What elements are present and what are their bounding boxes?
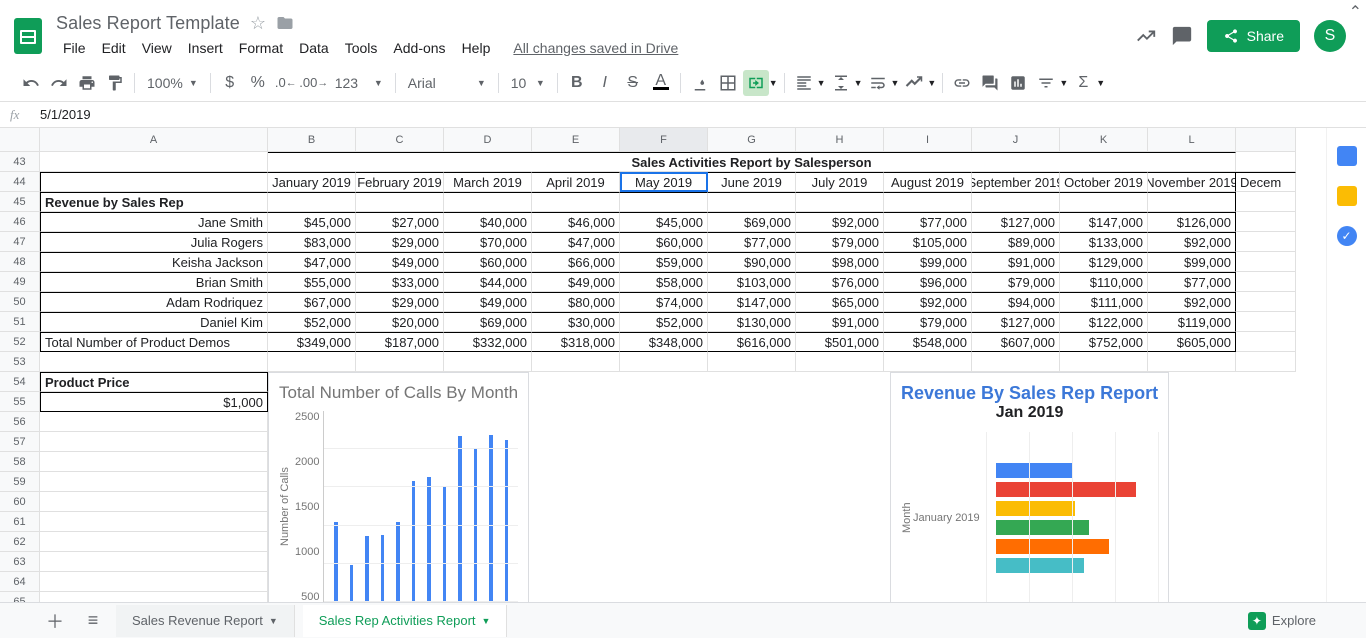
merge-dropdown[interactable]: ▼ xyxy=(769,78,778,88)
spreadsheet-grid[interactable]: ABCDEFGHIJKL43Sales Activities Report by… xyxy=(0,128,1326,602)
side-panel: ✓ xyxy=(1326,128,1366,602)
menu-file[interactable]: File xyxy=(56,36,93,60)
col-header[interactable]: G xyxy=(708,128,796,152)
fontsize-select[interactable]: 10▼ xyxy=(505,70,551,96)
col-header[interactable]: B xyxy=(268,128,356,152)
menu-bar: File Edit View Insert Format Data Tools … xyxy=(56,36,1135,60)
rotate-icon[interactable] xyxy=(901,70,927,96)
number-format-select[interactable]: 123▼ xyxy=(329,70,389,96)
menu-view[interactable]: View xyxy=(135,36,179,60)
currency-icon[interactable]: $ xyxy=(217,70,243,96)
decrease-decimal-icon[interactable]: .0← xyxy=(273,70,299,96)
bold-icon[interactable]: B xyxy=(564,70,590,96)
increase-decimal-icon[interactable]: .00→ xyxy=(301,70,327,96)
italic-icon[interactable]: I xyxy=(592,70,618,96)
link-icon[interactable] xyxy=(949,70,975,96)
menu-insert[interactable]: Insert xyxy=(181,36,230,60)
comment-icon[interactable] xyxy=(1171,25,1193,47)
merge-icon[interactable] xyxy=(743,70,769,96)
share-button[interactable]: Share xyxy=(1207,20,1300,52)
col-header[interactable]: C xyxy=(356,128,444,152)
halign-icon[interactable] xyxy=(791,70,817,96)
filter-icon[interactable] xyxy=(1033,70,1059,96)
strikethrough-icon[interactable]: S xyxy=(620,70,646,96)
menu-addons[interactable]: Add-ons xyxy=(386,36,452,60)
doc-title[interactable]: Sales Report Template xyxy=(56,13,240,34)
col-header[interactable]: F xyxy=(620,128,708,152)
share-label: Share xyxy=(1247,28,1284,44)
fill-color-icon[interactable] xyxy=(687,70,713,96)
activity-icon[interactable] xyxy=(1135,25,1157,47)
chart-icon[interactable] xyxy=(1005,70,1031,96)
undo-icon[interactable] xyxy=(18,70,44,96)
col-header[interactable]: H xyxy=(796,128,884,152)
save-status[interactable]: All changes saved in Drive xyxy=(513,40,678,56)
account-avatar[interactable]: S xyxy=(1314,20,1346,52)
explore-icon: ✦ xyxy=(1248,612,1266,630)
tab-sales-revenue[interactable]: Sales Revenue Report ▼ xyxy=(116,605,295,637)
folder-icon[interactable] xyxy=(276,14,294,32)
sheet-tabs-bar: ＋ ≡ Sales Revenue Report ▼ Sales Rep Act… xyxy=(0,602,1366,638)
col-header[interactable]: A xyxy=(40,128,268,152)
menu-help[interactable]: Help xyxy=(455,36,498,60)
menu-edit[interactable]: Edit xyxy=(95,36,133,60)
menu-tools[interactable]: Tools xyxy=(338,36,385,60)
menu-format[interactable]: Format xyxy=(232,36,290,60)
tasks-addon-icon[interactable]: ✓ xyxy=(1337,226,1357,246)
add-sheet-icon[interactable]: ＋ xyxy=(40,606,70,636)
collapse-toolbar-icon[interactable]: ⌃ xyxy=(1349,2,1362,22)
col-header[interactable]: D xyxy=(444,128,532,152)
paint-format-icon[interactable] xyxy=(102,70,128,96)
keep-addon-icon[interactable] xyxy=(1337,186,1357,206)
col-header[interactable]: I xyxy=(884,128,972,152)
formula-value[interactable]: 5/1/2019 xyxy=(40,107,91,122)
revenue-chart[interactable]: Revenue By Sales Rep Report Jan 2019 Mon… xyxy=(890,372,1169,602)
sheets-logo[interactable] xyxy=(8,16,48,56)
all-sheets-icon[interactable]: ≡ xyxy=(78,606,108,636)
calls-chart[interactable]: Total Number of Calls By Month Number of… xyxy=(268,372,529,602)
chart-title: Total Number of Calls By Month xyxy=(279,383,518,403)
col-header[interactable]: K xyxy=(1060,128,1148,152)
print-icon[interactable] xyxy=(74,70,100,96)
toolbar: 100%▼ $ % .0← .00→ 123▼ Arial▼ 10▼ B I S… xyxy=(0,64,1366,102)
borders-icon[interactable] xyxy=(715,70,741,96)
functions-icon[interactable]: Σ xyxy=(1070,70,1096,96)
formula-bar[interactable]: fx 5/1/2019 xyxy=(0,102,1366,128)
valign-icon[interactable] xyxy=(828,70,854,96)
fx-icon: fx xyxy=(10,107,40,123)
col-header[interactable]: E xyxy=(532,128,620,152)
app-header: Sales Report Template ☆ File Edit View I… xyxy=(0,0,1366,64)
redo-icon[interactable] xyxy=(46,70,72,96)
star-icon[interactable]: ☆ xyxy=(250,13,266,34)
wrap-icon[interactable] xyxy=(865,70,891,96)
col-header[interactable]: J xyxy=(972,128,1060,152)
text-color-icon[interactable]: A xyxy=(648,70,674,96)
comment-add-icon[interactable] xyxy=(977,70,1003,96)
menu-data[interactable]: Data xyxy=(292,36,336,60)
col-header[interactable]: L xyxy=(1148,128,1236,152)
tab-sales-rep-activities[interactable]: Sales Rep Activities Report ▼ xyxy=(303,605,508,637)
percent-icon[interactable]: % xyxy=(245,70,271,96)
zoom-select[interactable]: 100%▼ xyxy=(141,70,204,96)
explore-button[interactable]: ✦ Explore xyxy=(1238,608,1326,634)
calendar-addon-icon[interactable] xyxy=(1337,146,1357,166)
font-select[interactable]: Arial▼ xyxy=(402,70,492,96)
